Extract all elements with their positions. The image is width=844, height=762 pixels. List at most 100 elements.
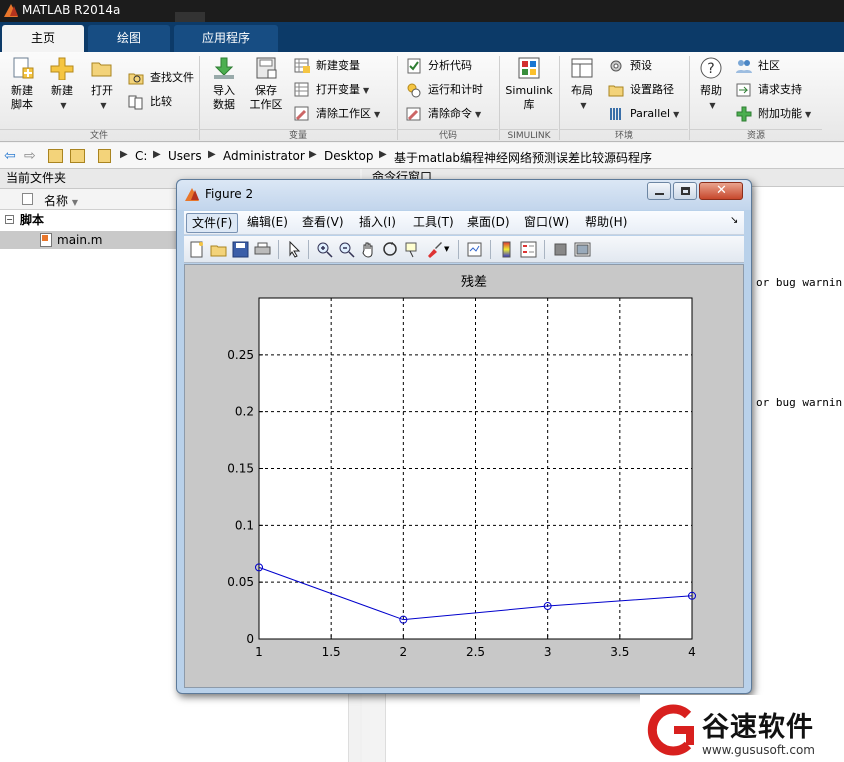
figure-menu-bar: 文件(F) 编辑(E) 查看(V) 插入(I) 工具(T) 桌面(D) 窗口(W…	[184, 211, 744, 235]
print-icon[interactable]	[254, 241, 271, 258]
preferences-button[interactable]: 预设	[608, 56, 652, 76]
ribbon-separator	[689, 56, 690, 140]
simulink-group-label: SIMULINK	[500, 129, 558, 142]
open-variable-button[interactable]: 打开变量 ▼	[294, 80, 369, 100]
menu-help[interactable]: 帮助(H)	[580, 213, 632, 233]
minimize-button[interactable]	[647, 182, 671, 200]
menu-file[interactable]: 文件(F)	[186, 213, 239, 233]
up-folder-icon[interactable]	[48, 149, 63, 163]
column-name[interactable]: 名称 ▼	[44, 192, 78, 209]
brush-icon[interactable]	[426, 241, 443, 258]
save-workspace-icon	[256, 57, 277, 79]
figure-canvas[interactable]: 残差 1 1.5 2 2.5 3 3.5 4 0 0.05 0.1 0.15 0.2 0.25	[184, 264, 744, 688]
menu-view[interactable]: 查看(V)	[297, 213, 349, 233]
file-group-label: 文件	[0, 129, 198, 142]
breadcrumb-project-folder[interactable]: 基于matlab编程神经网络预测误差比较源码程序	[394, 149, 652, 166]
address-bar: ⇦ ⇨ ▶ C: ▶ Users ▶ Administrator ▶ Deskt…	[0, 143, 844, 169]
code-group-label: 代码	[398, 129, 498, 142]
clear-commands-icon	[406, 107, 421, 121]
hide-plot-tools-icon[interactable]	[552, 241, 569, 258]
watermark: 谷速软件 www.gususoft.com	[640, 695, 844, 762]
breadcrumb-administrator[interactable]: Administrator	[223, 149, 305, 163]
browse-folder-icon[interactable]	[70, 149, 85, 163]
set-path-icon	[608, 85, 624, 97]
breadcrumb-desktop[interactable]: Desktop	[324, 149, 374, 163]
find-files-button[interactable]: 查找文件	[128, 68, 194, 88]
pan-hand-icon[interactable]	[360, 241, 377, 258]
figure-title: Figure 2	[205, 187, 254, 201]
app-title: MATLAB R2014a	[22, 3, 121, 17]
tab-home[interactable]: 主页	[2, 25, 84, 52]
run-and-time-button[interactable]: 运行和计时	[406, 80, 483, 100]
request-support-button[interactable]: 请求支持	[736, 80, 802, 100]
add-ons-button[interactable]: 附加功能 ▼	[736, 104, 811, 124]
community-button[interactable]: 社区	[736, 56, 780, 76]
tab-apps[interactable]: 应用程序	[174, 25, 278, 52]
clear-workspace-button[interactable]: 清除工作区 ▼	[294, 104, 380, 124]
import-data-icon	[214, 57, 234, 79]
forward-arrow-icon[interactable]: ⇨	[24, 148, 36, 164]
clear-commands-button[interactable]: 清除命令 ▼	[406, 104, 481, 124]
x-tick-label: 1	[255, 645, 263, 659]
save-workspace-button[interactable]: 保存 工作区	[246, 56, 286, 112]
open-button[interactable]: 打开 ▼	[84, 56, 120, 113]
residual-plot[interactable]: 残差 1 1.5 2 2.5 3 3.5 4 0 0.05 0.1 0.15 0.2 0.25	[185, 265, 743, 687]
new-variable-button[interactable]: 新建变量	[294, 56, 360, 76]
find-files-icon	[128, 73, 144, 85]
ribbon-tab-bar: 主页 绘图 应用程序	[0, 22, 844, 52]
import-data-button[interactable]: 导入 数据	[204, 56, 244, 112]
y-tick-label: 0.1	[235, 518, 254, 532]
chevron-down-icon: ▼	[363, 86, 370, 95]
compare-icon	[128, 95, 143, 110]
back-arrow-icon[interactable]: ⇦	[4, 148, 16, 164]
close-button[interactable]: ✕	[699, 182, 743, 200]
tab-plots[interactable]: 绘图	[88, 25, 170, 52]
zoom-in-icon[interactable]	[316, 241, 333, 258]
save-icon[interactable]	[232, 241, 249, 258]
menu-tools[interactable]: 工具(T)	[408, 213, 459, 233]
clear-workspace-icon	[294, 106, 309, 121]
minimize-icon	[655, 193, 664, 195]
matlab-logo-icon	[4, 4, 18, 18]
figure-window[interactable]: Figure 2 ✕ 文件(F) 编辑(E) 查看(V) 插入(I) 工具(T)…	[176, 179, 752, 694]
toolbar-separator	[544, 240, 545, 259]
app-title-bar: MATLAB R2014a	[0, 0, 844, 22]
figure-title-bar[interactable]: Figure 2 ✕	[177, 180, 751, 210]
rotate-3d-icon[interactable]	[382, 241, 399, 258]
menu-overflow-icon[interactable]: ↘	[730, 215, 738, 226]
layout-button[interactable]: 布局 ▼	[564, 56, 600, 113]
set-path-button[interactable]: 设置路径	[608, 80, 674, 100]
new-script-icon	[13, 57, 34, 79]
collapse-icon[interactable]: −	[5, 215, 14, 224]
y-tick-label: 0.2	[235, 405, 254, 419]
pointer-icon[interactable]	[286, 241, 303, 258]
show-plot-tools-icon[interactable]	[574, 241, 591, 258]
breadcrumb-users[interactable]: Users	[168, 149, 202, 163]
new-button[interactable]: 新建 ▼	[44, 56, 80, 113]
open-file-icon[interactable]	[210, 241, 227, 258]
new-figure-icon[interactable]	[188, 241, 205, 258]
parallel-button[interactable]: Parallel ▼	[608, 104, 679, 124]
menu-edit[interactable]: 编辑(E)	[242, 213, 293, 233]
link-plot-icon[interactable]	[466, 241, 483, 258]
help-button[interactable]: ? 帮助 ▼	[694, 56, 728, 113]
colorbar-icon[interactable]	[498, 241, 515, 258]
breadcrumb-c-drive[interactable]: C:	[135, 149, 147, 163]
zoom-out-icon[interactable]	[338, 241, 355, 258]
chevron-down-icon[interactable]: ▼	[444, 245, 449, 253]
m-file-icon	[40, 233, 52, 247]
data-cursor-icon[interactable]	[404, 241, 421, 258]
layout-icon	[571, 58, 593, 78]
compare-button[interactable]: 比较	[128, 92, 172, 112]
svg-text:?: ?	[707, 61, 714, 77]
new-variable-icon	[294, 58, 310, 73]
new-script-button[interactable]: 新建 脚本	[4, 56, 40, 112]
analyze-code-button[interactable]: 分析代码	[406, 56, 472, 76]
maximize-button[interactable]	[673, 182, 697, 200]
menu-insert[interactable]: 插入(I)	[354, 213, 401, 233]
menu-window[interactable]: 窗口(W)	[519, 213, 574, 233]
menu-desktop[interactable]: 桌面(D)	[462, 213, 515, 233]
simulink-library-button[interactable]: Simulink 库	[504, 56, 554, 112]
legend-icon[interactable]	[520, 241, 537, 258]
x-tick-label: 3.5	[610, 645, 629, 659]
